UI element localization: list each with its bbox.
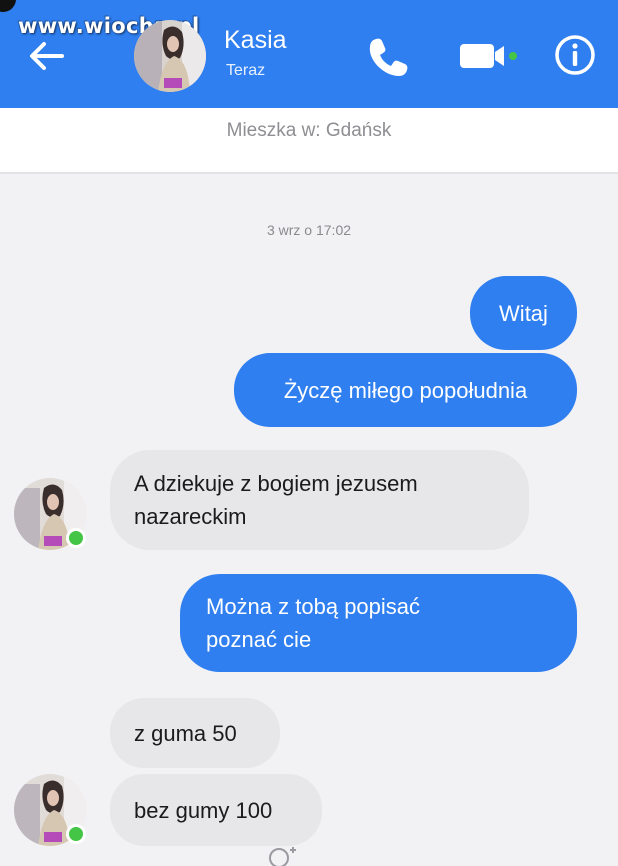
message-timestamp: 3 wrz o 17:02 <box>266 222 352 238</box>
message-text: Życzę miłego popołudnia <box>283 377 528 403</box>
add-reaction-icon <box>269 847 296 866</box>
message-text: z guma 50 <box>134 720 237 746</box>
outgoing-message-bubble[interactable]: Można z tobą popisać poznać cie <box>180 574 577 672</box>
message-text: Witaj <box>499 300 548 326</box>
profile-location: Mieszka w: Gdańsk <box>226 120 392 141</box>
back-arrow-icon <box>30 42 64 70</box>
message-text-line: nazareckim <box>134 504 247 529</box>
online-status-dot <box>66 824 86 844</box>
avatar-photo <box>134 20 206 92</box>
chat-header: www.wiocha.pl Kasia Teraz <box>0 0 618 108</box>
contact-status: Teraz <box>226 62 266 79</box>
contact-avatar[interactable] <box>134 20 206 92</box>
outgoing-message-bubble[interactable]: Witaj <box>470 276 577 350</box>
message-text-line: poznać cie <box>206 627 312 652</box>
add-reaction-button[interactable] <box>268 846 298 866</box>
incoming-message-bubble[interactable]: A dziekuje z bogiem jezusem nazareckim <box>110 450 529 550</box>
info-button[interactable] <box>553 33 597 77</box>
online-status-dot <box>66 528 86 548</box>
outgoing-message-bubble[interactable]: Życzę miłego popołudnia <box>234 353 577 427</box>
contact-name[interactable]: Kasia <box>224 26 287 55</box>
video-camera-icon <box>460 44 517 68</box>
phone-icon <box>369 38 408 76</box>
profile-info-strip: Mieszka w: Gdańsk <box>0 108 618 174</box>
incoming-message-bubble[interactable]: z guma 50 <box>110 698 280 768</box>
message-text: bez gumy 100 <box>134 797 273 823</box>
message-text-line: Można z tobą popisać <box>206 594 421 619</box>
sender-avatar[interactable] <box>14 478 86 550</box>
info-icon <box>555 35 595 75</box>
message-text-line: A dziekuje z bogiem jezusem <box>134 471 418 496</box>
corner-artifact <box>0 0 16 12</box>
incoming-message-bubble[interactable]: bez gumy 100 <box>110 774 322 846</box>
back-button[interactable] <box>24 36 68 76</box>
video-call-button[interactable] <box>458 38 522 74</box>
sender-avatar[interactable] <box>14 774 86 846</box>
call-button[interactable] <box>366 34 410 78</box>
